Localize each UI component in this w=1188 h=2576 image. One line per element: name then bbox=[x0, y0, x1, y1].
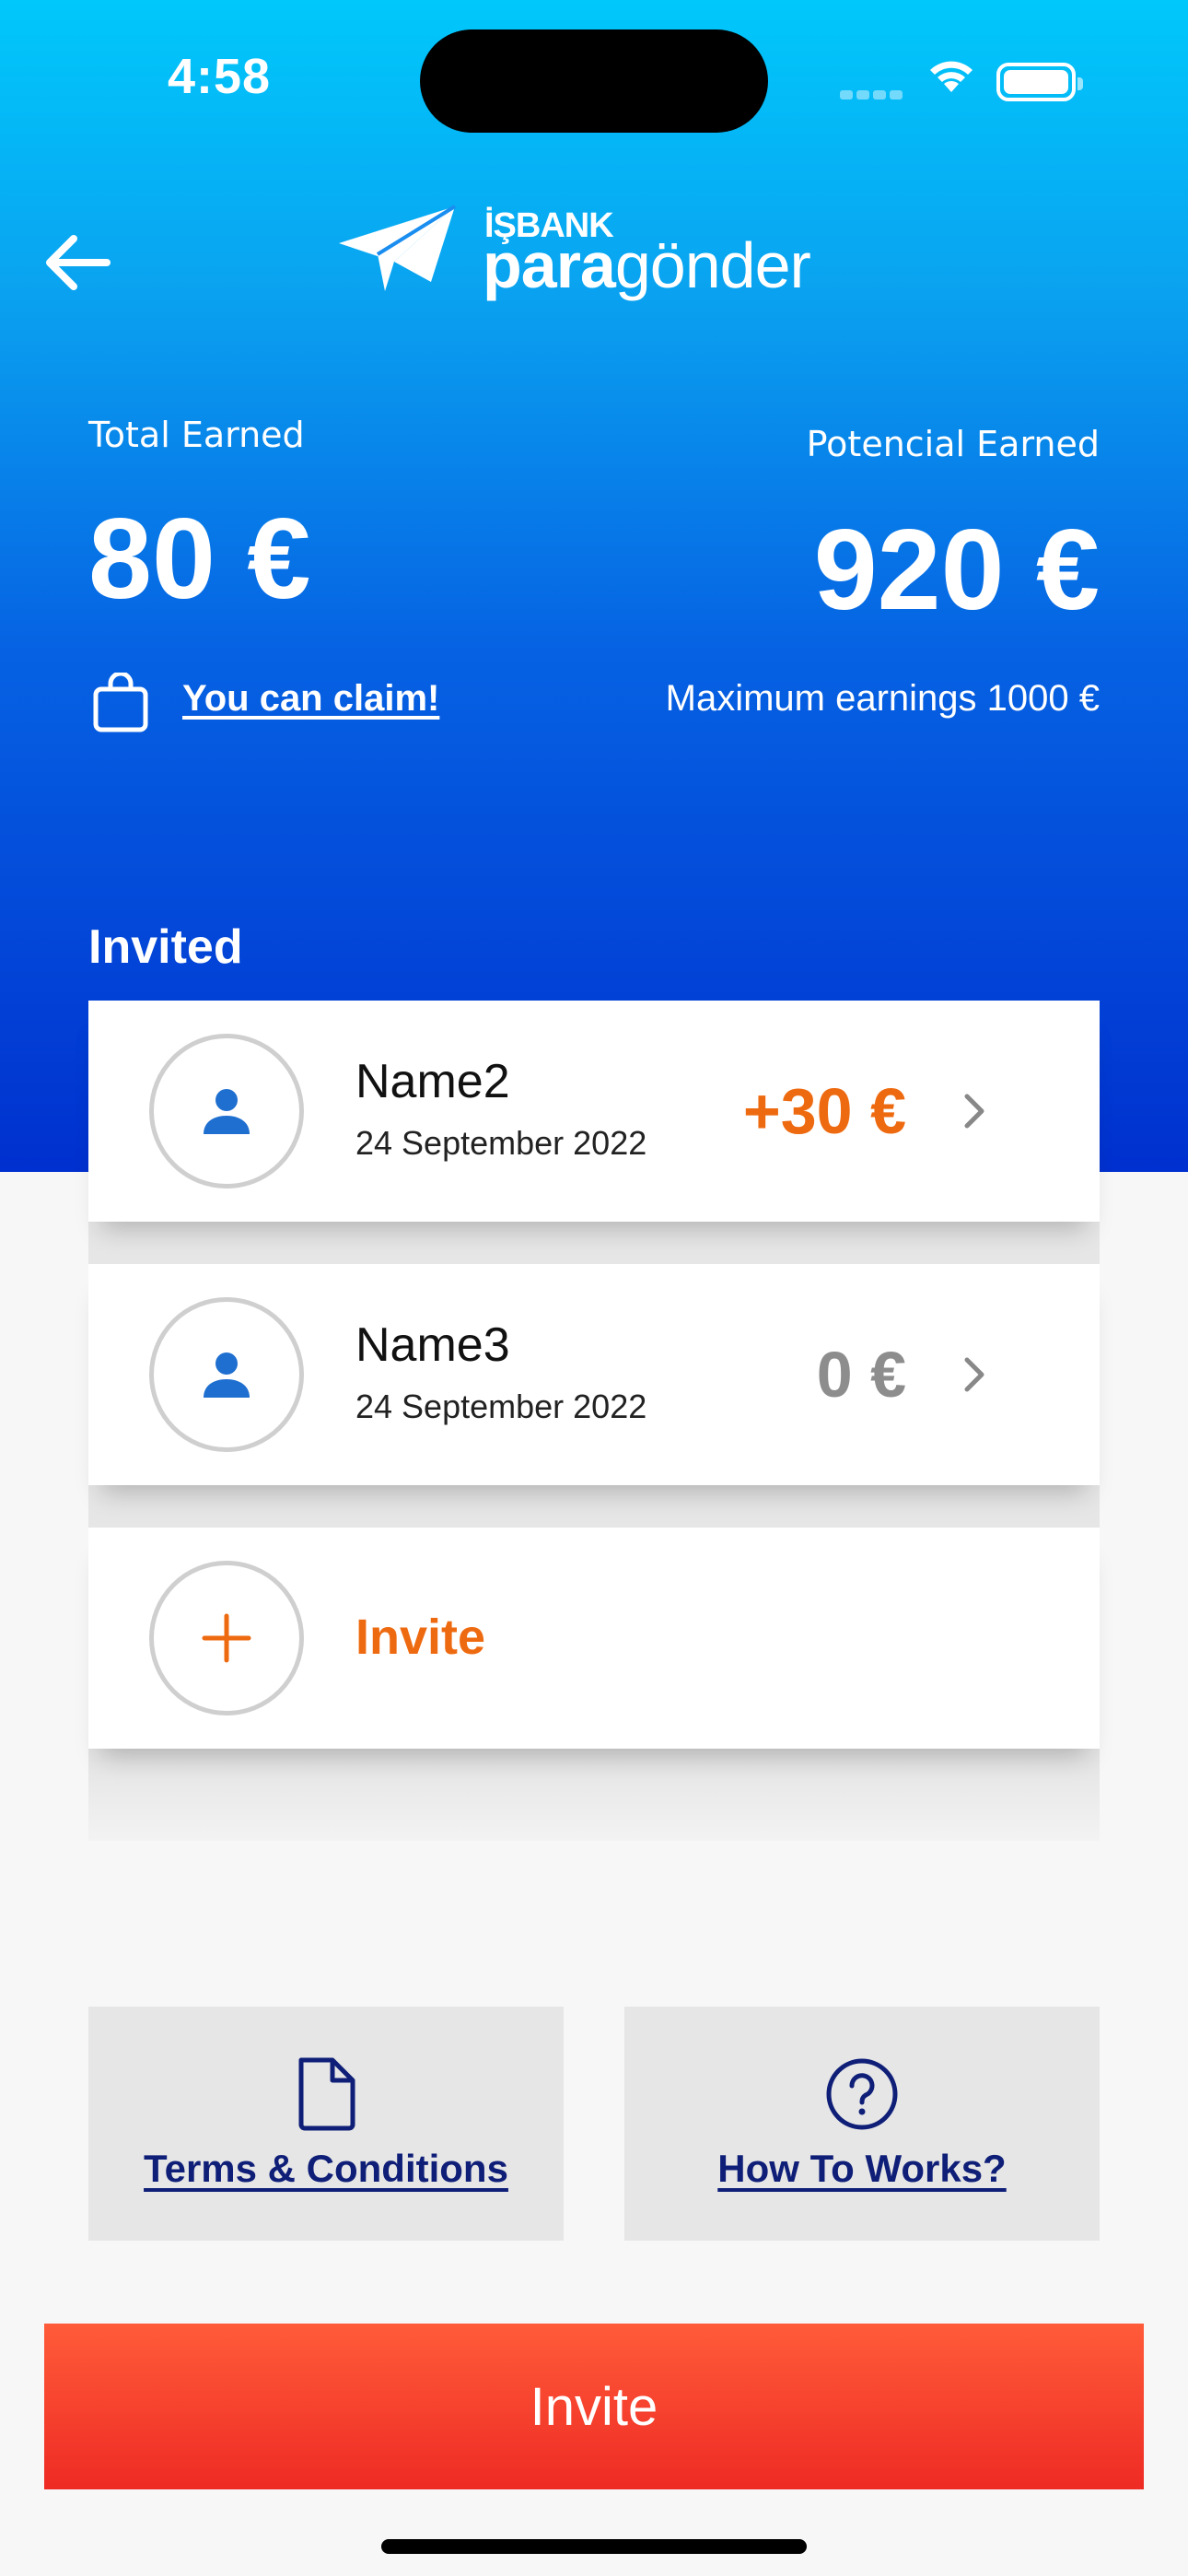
invitee-date: 24 September 2022 bbox=[355, 1388, 647, 1425]
shopping-bag-icon bbox=[93, 673, 148, 732]
cellular-signal-icon bbox=[840, 87, 904, 100]
add-avatar bbox=[149, 1561, 304, 1715]
invited-section-title: Invited bbox=[88, 920, 243, 974]
invitee-name: Name3 bbox=[355, 1318, 510, 1372]
total-earned-label: Total Earned bbox=[88, 415, 305, 455]
question-circle-icon bbox=[826, 2058, 898, 2130]
chevron-right-icon bbox=[964, 1357, 984, 1392]
person-icon bbox=[204, 1089, 250, 1134]
list-bottom-shadow bbox=[88, 1749, 1100, 1841]
isbank-paragonder-logo: İŞBANK paragönder bbox=[337, 203, 816, 304]
invite-row-label: Invite bbox=[355, 1610, 486, 1665]
wifi-icon bbox=[930, 61, 973, 92]
invitee-name: Name2 bbox=[355, 1055, 510, 1108]
how-it-works-label: How To Works? bbox=[717, 2147, 1007, 2190]
document-icon bbox=[298, 2057, 355, 2131]
arrow-left-icon[interactable] bbox=[37, 221, 120, 304]
avatar bbox=[149, 1297, 304, 1452]
paper-plane-icon bbox=[339, 205, 457, 291]
invited-list: Name2 24 September 2022 +30 € Name3 24 S… bbox=[88, 1001, 1100, 1841]
invitee-earning: +30 € bbox=[742, 1075, 906, 1147]
invited-item-name2[interactable]: Name2 24 September 2022 +30 € bbox=[88, 1001, 1100, 1222]
avatar bbox=[149, 1034, 304, 1188]
battery-icon bbox=[996, 63, 1083, 101]
home-indicator[interactable] bbox=[381, 2539, 807, 2554]
total-earned-value: 80 € bbox=[88, 496, 311, 623]
person-icon bbox=[204, 1352, 250, 1398]
invitee-earning: 0 € bbox=[816, 1339, 906, 1411]
chevron-right-icon bbox=[964, 1094, 984, 1129]
list-separator bbox=[88, 1485, 1100, 1528]
how-it-works-button[interactable]: How To Works? bbox=[624, 2007, 1100, 2241]
plus-icon bbox=[202, 1613, 251, 1663]
invite-button[interactable]: Invite bbox=[44, 2324, 1144, 2489]
invitee-date: 24 September 2022 bbox=[355, 1124, 647, 1162]
maximum-earnings-text: Maximum earnings 1000 € bbox=[665, 678, 1100, 719]
list-separator bbox=[88, 1222, 1100, 1264]
invite-new-row[interactable]: Invite bbox=[88, 1528, 1100, 1749]
terms-conditions-label: Terms & Conditions bbox=[144, 2147, 508, 2190]
logo-wordmark: paragönder bbox=[483, 228, 811, 302]
invited-item-name3[interactable]: Name3 24 September 2022 0 € bbox=[88, 1264, 1100, 1485]
logo-para-text: para bbox=[483, 229, 616, 301]
potential-earned-value: 920 € bbox=[813, 507, 1100, 634]
status-time: 4:58 bbox=[168, 49, 272, 104]
claim-link[interactable]: You can claim! bbox=[182, 678, 439, 720]
potential-earned-label: Potencial Earned bbox=[806, 424, 1100, 464]
terms-conditions-button[interactable]: Terms & Conditions bbox=[88, 2007, 564, 2241]
dynamic-island bbox=[420, 29, 768, 133]
logo-gonder-text: gönder bbox=[614, 229, 811, 301]
